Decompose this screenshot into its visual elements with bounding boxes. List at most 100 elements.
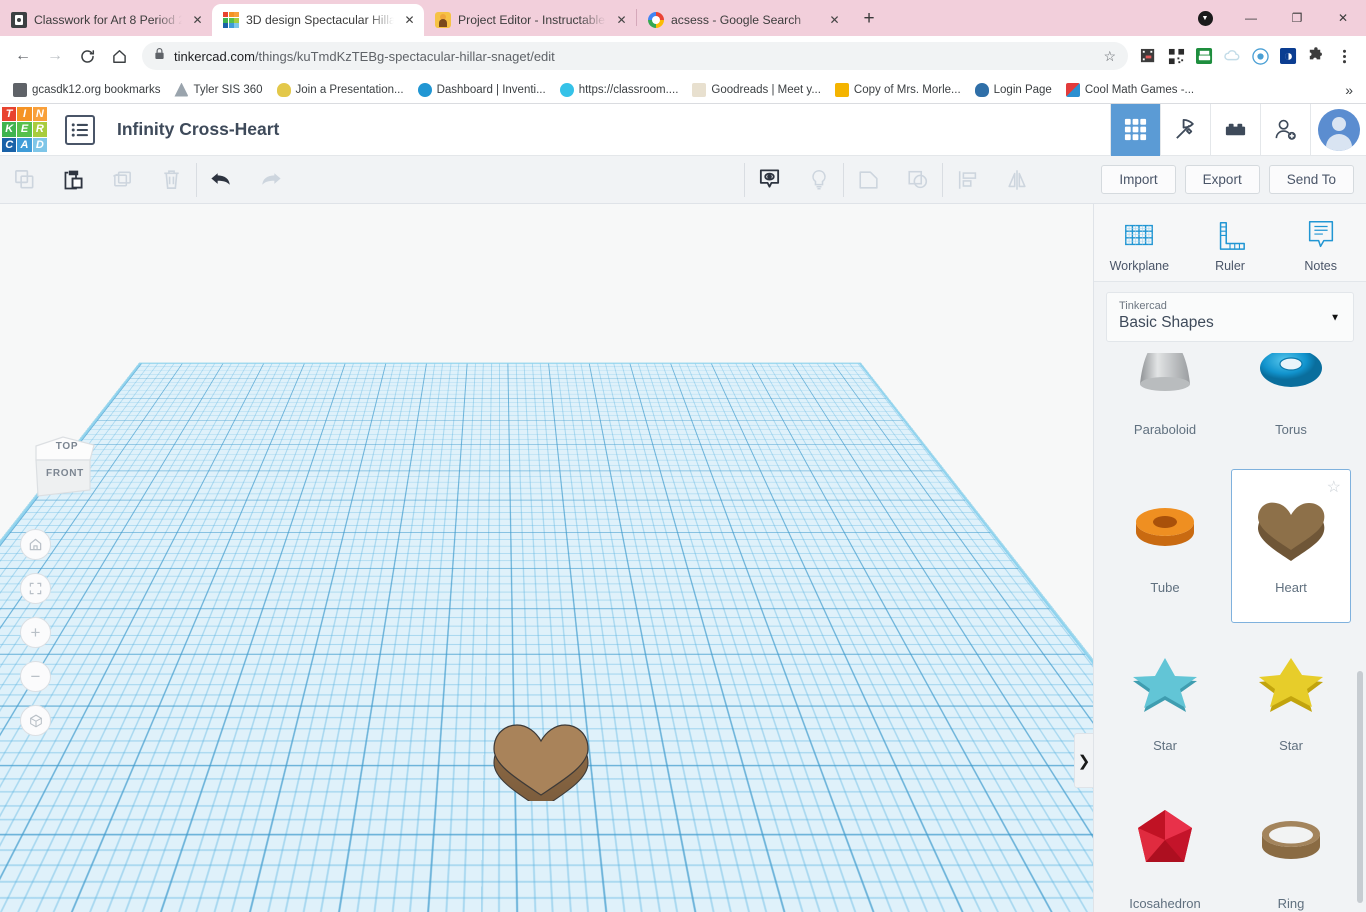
shape-tile-star-yellow[interactable]: Star — [1231, 627, 1351, 781]
bookmark-star-icon[interactable]: ☆ — [1103, 48, 1116, 65]
panel-scrollbar-thumb[interactable] — [1357, 671, 1363, 903]
mirror-icon[interactable] — [992, 156, 1041, 204]
tinkercad-logo-icon[interactable]: T I N K E R C A D — [2, 107, 47, 152]
home-button[interactable] — [104, 41, 134, 71]
close-window-button[interactable]: ✕ — [1320, 2, 1366, 34]
profile-icon[interactable]: ▼ — [1182, 2, 1228, 34]
lightbulb-icon[interactable] — [794, 156, 843, 204]
ungroup-icon[interactable] — [893, 156, 942, 204]
browser-tab-1[interactable]: Classwork for Art 8 Period 2, MP ✕ — [0, 4, 212, 36]
extensions-row — [1136, 44, 1356, 68]
kebab-menu-icon[interactable] — [1332, 44, 1356, 68]
shape-label: Icosahedron — [1129, 896, 1201, 911]
tab-close-icon[interactable]: ✕ — [401, 12, 418, 29]
fit-to-view-button[interactable] — [20, 573, 51, 604]
shape-label: Paraboloid — [1133, 422, 1197, 437]
paste-icon[interactable] — [49, 156, 98, 204]
bookmark-item[interactable]: Copy of Mrs. Morle... — [828, 80, 968, 100]
shape-label: Torus — [1275, 422, 1307, 437]
bookmark-item[interactable]: Join a Presentation... — [270, 80, 411, 100]
bookmark-item[interactable]: Cool Math Games -... — [1059, 80, 1201, 100]
blue-square-icon[interactable] — [1276, 44, 1300, 68]
browser-tab-4[interactable]: acsess - Google Search ✕ — [637, 4, 849, 36]
bookmark-item[interactable]: Tyler SIS 360 — [167, 80, 269, 100]
undo-icon[interactable] — [197, 156, 246, 204]
viewcube-front-label[interactable]: FRONT — [40, 468, 90, 479]
classroom-icon — [11, 12, 27, 28]
forward-button[interactable]: → — [40, 41, 70, 71]
zoom-in-button[interactable]: + — [20, 617, 51, 648]
favorite-star-icon[interactable]: ☆ — [1327, 477, 1341, 497]
coolmath-icon — [1065, 82, 1080, 97]
duplicate-icon[interactable] — [98, 156, 147, 204]
green-printer-icon[interactable] — [1192, 44, 1216, 68]
blue-dot-icon[interactable] — [1248, 44, 1272, 68]
redo-icon[interactable] — [246, 156, 295, 204]
bookmarks-bar: gcasdk12.org bookmarks Tyler SIS 360 Joi… — [0, 76, 1366, 104]
shape-tile-paraboloid[interactable]: Paraboloid — [1105, 353, 1225, 465]
workplane-tool[interactable]: Workplane — [1094, 218, 1185, 273]
bookmark-item[interactable]: Dashboard | Inventi... — [411, 80, 553, 100]
back-button[interactable]: ← — [8, 41, 38, 71]
editor-toolbar: Import Export Send To — [0, 156, 1366, 204]
bookmarks-overflow-button[interactable]: » — [1338, 80, 1360, 100]
shape-library-select[interactable]: Tinkercad Basic Shapes ▼ — [1106, 292, 1354, 342]
tab-close-icon[interactable]: ✕ — [613, 12, 630, 29]
address-bar[interactable]: tinkercad.com/things/kuTmdKzTEBg-spectac… — [142, 42, 1128, 70]
qr-code-icon[interactable] — [1164, 44, 1188, 68]
logo-letter: D — [32, 137, 47, 152]
bookmark-item[interactable]: https://classroom.... — [553, 80, 686, 100]
show-hide-icon[interactable] — [745, 156, 794, 204]
home-view-button[interactable] — [20, 529, 51, 560]
viewcube-top-label[interactable]: TOP — [44, 441, 90, 452]
shape-tile-torus[interactable]: Torus — [1231, 353, 1351, 465]
bookmark-item[interactable]: Login Page — [968, 80, 1059, 100]
pickaxe-icon[interactable] — [1160, 103, 1210, 156]
panel-collapse-handle[interactable]: ❯ — [1074, 733, 1093, 788]
import-button[interactable]: Import — [1101, 165, 1176, 194]
minimize-button[interactable]: — — [1228, 2, 1274, 34]
cloud-icon[interactable] — [1220, 44, 1244, 68]
bricks-icon[interactable] — [1210, 103, 1260, 156]
shape-tile-ring[interactable]: Ring — [1231, 785, 1351, 912]
tab-close-icon[interactable]: ✕ — [189, 12, 206, 29]
shape-tile-tube[interactable]: Tube — [1105, 469, 1225, 623]
notes-tool[interactable]: Notes — [1275, 218, 1366, 273]
shape-tile-heart[interactable]: ☆ Heart — [1231, 469, 1351, 623]
shape-tile-icosahedron[interactable]: Icosahedron — [1105, 785, 1225, 912]
ruler-tool-label: Ruler — [1215, 259, 1245, 273]
avatar[interactable] — [1317, 108, 1360, 151]
view-cube[interactable]: TOP FRONT — [22, 426, 104, 508]
group-icon[interactable] — [844, 156, 893, 204]
reload-button[interactable] — [72, 41, 102, 71]
heart-shape-object[interactable] — [490, 709, 592, 810]
shape-grid[interactable]: Paraboloid Torus Tube ☆ Heart Star Star … — [1094, 353, 1366, 912]
new-tab-button[interactable]: + — [855, 5, 883, 33]
perspective-toggle-button[interactable] — [20, 705, 51, 736]
tinkercad-icon — [223, 12, 239, 28]
zoom-out-button[interactable]: − — [20, 661, 51, 692]
workplane-grid[interactable] — [0, 362, 1093, 912]
export-button[interactable]: Export — [1184, 165, 1260, 194]
qr-photo-icon[interactable] — [1136, 44, 1160, 68]
delete-icon[interactable] — [147, 156, 196, 204]
docs-copy-icon — [834, 82, 849, 97]
tab-close-icon[interactable]: ✕ — [826, 12, 843, 29]
bookmark-item[interactable]: gcasdk12.org bookmarks — [6, 80, 167, 100]
browser-tab-3[interactable]: Project Editor - Instructables ✕ — [424, 4, 636, 36]
ruler-tool[interactable]: Ruler — [1185, 218, 1276, 273]
shape-tile-star-teal[interactable]: Star — [1105, 627, 1225, 781]
logo-letter: E — [17, 122, 32, 137]
add-person-icon[interactable] — [1260, 103, 1310, 156]
maximize-button[interactable]: ❐ — [1274, 2, 1320, 34]
align-icon[interactable] — [943, 156, 992, 204]
send-to-button[interactable]: Send To — [1268, 165, 1354, 194]
3d-viewport[interactable]: Workplane TOP FRONT — [0, 204, 1093, 912]
bookmark-item[interactable]: Goodreads | Meet y... — [685, 80, 828, 100]
copy-icon[interactable] — [0, 156, 49, 204]
avatar-wrapper[interactable] — [1310, 103, 1366, 156]
list-menu-icon[interactable] — [65, 114, 95, 145]
browser-tab-2[interactable]: 3D design Spectacular Hillar-Sna ✕ — [212, 4, 424, 36]
grid-blocks-icon[interactable] — [1110, 103, 1160, 156]
puzzle-icon[interactable] — [1304, 44, 1328, 68]
